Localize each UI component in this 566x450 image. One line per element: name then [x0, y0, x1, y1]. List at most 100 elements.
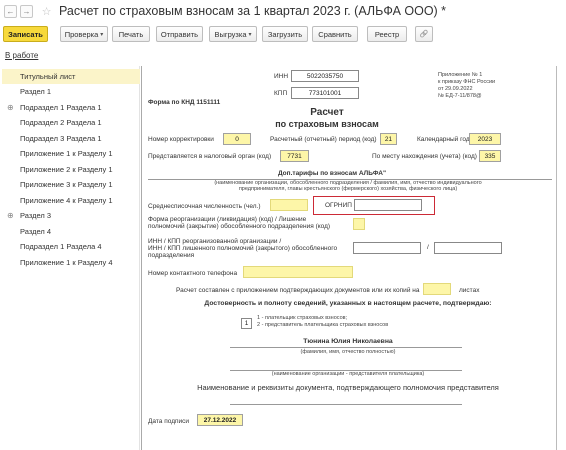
- tree-item-label: Подраздел 3 Раздела 1: [20, 134, 102, 143]
- form-subtitle: по страховым взносам: [275, 119, 379, 129]
- expand-icon[interactable]: ⊕: [7, 208, 14, 223]
- tree-item-label: Подраздел 1 Раздела 4: [20, 242, 102, 251]
- ogrnip-label: ОГРНИП: [325, 202, 352, 209]
- signer-full-name[interactable]: Тюнина Юлия Николаевна: [148, 338, 548, 345]
- signer-option-1: 1 - плательщик страховых взносов;: [257, 315, 348, 321]
- year-value: 2023: [477, 135, 493, 143]
- reorg-label-2: полномочий (закрытие) обособленного подр…: [148, 223, 331, 230]
- tree-item-label: Приложение 2 к Разделу 1: [20, 165, 113, 174]
- pages-field[interactable]: [423, 283, 451, 295]
- inn-field[interactable]: 5022035750: [291, 70, 359, 82]
- sign-date-field[interactable]: 27.12.2022: [197, 414, 243, 426]
- send-button[interactable]: Отправить: [156, 26, 203, 42]
- period-label: Расчетный (отчетный) период (код): [270, 136, 377, 143]
- window-title: Расчет по страховым взносам за 1 квартал…: [59, 4, 447, 18]
- expand-icon[interactable]: ⊕: [7, 100, 14, 115]
- send-label: Отправить: [160, 29, 199, 39]
- signer-type-field[interactable]: 1: [241, 318, 252, 329]
- tree-item-section-3[interactable]: ⊕ Раздел 3: [2, 208, 140, 223]
- export-label: Выгрузка: [214, 29, 247, 39]
- registry-button[interactable]: Реестр: [367, 26, 407, 42]
- location-label: По месту нахождения (учета) (код): [372, 153, 477, 160]
- signer-name-underline: [230, 347, 462, 348]
- tree-item-appendix-1[interactable]: Приложение 1 к Разделу 1: [2, 146, 140, 161]
- check-dropdown-button[interactable]: Проверка ▾: [60, 26, 108, 42]
- tax-org-label: Представляется в налоговый орган (код): [148, 153, 272, 160]
- reorg-kpp-field[interactable]: [434, 242, 502, 254]
- tree-item-appendix-2[interactable]: Приложение 2 к Разделу 1: [2, 162, 140, 177]
- appendix-note-4: № ЕД-7-11/878@: [438, 93, 482, 99]
- in-work-link[interactable]: В работе: [5, 51, 38, 60]
- print-button[interactable]: Печать: [112, 26, 150, 42]
- pages-label: Расчет составлен с приложением подтвержд…: [176, 287, 420, 294]
- compare-button[interactable]: Сравнить: [312, 26, 358, 42]
- tree-item-section-4[interactable]: Раздел 4: [2, 224, 140, 239]
- slash-separator: /: [427, 244, 429, 251]
- back-button[interactable]: ←: [4, 4, 17, 18]
- correction-field[interactable]: 0: [223, 133, 251, 145]
- tree-item-appendix-4[interactable]: Приложение 4 к Разделу 1: [2, 193, 140, 208]
- headcount-label: Среднесписочная численность (чел.): [148, 203, 261, 210]
- paperclip-icon: 🔗: [419, 31, 429, 38]
- inn-value: 5022035750: [306, 72, 344, 80]
- reorg-inn-field[interactable]: [353, 242, 421, 254]
- tree-item-subsection-3-1[interactable]: Подраздел 3 Раздела 1: [2, 131, 140, 146]
- signer-type-value: 1: [244, 320, 249, 327]
- tree-item-label: Подраздел 2 Раздела 1: [20, 118, 102, 127]
- headcount-field[interactable]: [270, 199, 308, 211]
- tree-item-subsection-1-4[interactable]: Подраздел 1 Раздела 4: [2, 239, 140, 254]
- sections-tree: Титульный лист Раздел 1 ⊕ Подраздел 1 Раз…: [2, 66, 140, 450]
- tree-item-label: Приложение 1 к Разделу 4: [20, 258, 113, 267]
- kpp-field[interactable]: 773101001: [291, 87, 359, 99]
- tree-item-subsection-1-1[interactable]: ⊕ Подраздел 1 Раздела 1: [2, 100, 140, 115]
- form-title: Расчет: [310, 107, 344, 118]
- correction-value: 0: [235, 135, 239, 143]
- confirm-heading: Достоверность и полноту сведений, указан…: [204, 300, 492, 307]
- appendix-note-3: от 29.09.2022: [438, 86, 473, 92]
- ogrnip-field[interactable]: [354, 199, 422, 211]
- year-label: Календарный год: [417, 136, 470, 143]
- load-label: Загрузить: [267, 29, 303, 39]
- tax-org-field[interactable]: 7731: [280, 150, 309, 162]
- year-field[interactable]: 2023: [469, 133, 501, 145]
- period-value: 21: [384, 135, 393, 143]
- tree-item-label: Приложение 3 к Разделу 1: [20, 180, 113, 189]
- tree-item-section-1[interactable]: Раздел 1: [2, 84, 140, 99]
- location-field[interactable]: 335: [479, 150, 501, 162]
- reorg-label-1: Форма реорганизации (ликвидация) (код) /…: [148, 216, 307, 223]
- signer-option-2: 2 - представитель плательщика страховых …: [257, 322, 389, 328]
- compare-label: Сравнить: [318, 29, 352, 39]
- rep-org-caption: (наименование организации - представител…: [271, 371, 425, 377]
- export-dropdown-button[interactable]: Выгрузка ▾: [209, 26, 257, 42]
- chevron-down-icon: ▾: [100, 31, 104, 38]
- forward-button[interactable]: →: [20, 4, 33, 18]
- reorg-inn-label-1: ИНН / КПП реорганизованной организации /: [148, 238, 282, 245]
- sign-date-value: 27.12.2022: [203, 416, 237, 424]
- phone-field[interactable]: [243, 266, 353, 278]
- tree-item-appendix-1-4[interactable]: Приложение 1 к Разделу 4: [2, 255, 140, 270]
- tree-item-appendix-3[interactable]: Приложение 3 к Разделу 1: [2, 177, 140, 192]
- tree-item-label: Раздел 3: [20, 211, 52, 220]
- tree-item-label: Раздел 4: [20, 227, 52, 236]
- phone-label: Номер контактного телефона: [148, 270, 238, 277]
- tree-item-title-page[interactable]: Титульный лист: [2, 69, 140, 84]
- signer-name-caption: (фамилия, имя, отчество полностью): [300, 349, 396, 355]
- org-caption-2: предпринимателя, главы крестьянского (фе…: [238, 186, 458, 192]
- load-button[interactable]: Загрузить: [262, 26, 308, 42]
- period-field[interactable]: 21: [380, 133, 397, 145]
- tree-item-subsection-2-1[interactable]: Подраздел 2 Раздела 1: [2, 115, 140, 130]
- tree-item-label: Титульный лист: [20, 72, 76, 81]
- reorg-code-field[interactable]: [353, 218, 365, 230]
- sign-date-label: Дата подписи: [148, 418, 190, 425]
- favorite-star-icon[interactable]: ☆: [40, 5, 53, 18]
- org-name: Доп.тарифы по взносам АЛЬФА": [277, 170, 387, 177]
- attach-button[interactable]: 🔗: [415, 26, 433, 42]
- tree-item-label: Раздел 1: [20, 87, 52, 96]
- inn-label: ИНН: [274, 73, 289, 80]
- knd-form-code: Форма по КНД 1151111: [148, 99, 221, 106]
- save-button[interactable]: Записать: [3, 26, 48, 42]
- location-value: 335: [484, 152, 496, 160]
- arrow-right-icon: →: [22, 6, 31, 16]
- pages-suffix: листах: [459, 287, 480, 294]
- arrow-left-icon: ←: [6, 6, 15, 16]
